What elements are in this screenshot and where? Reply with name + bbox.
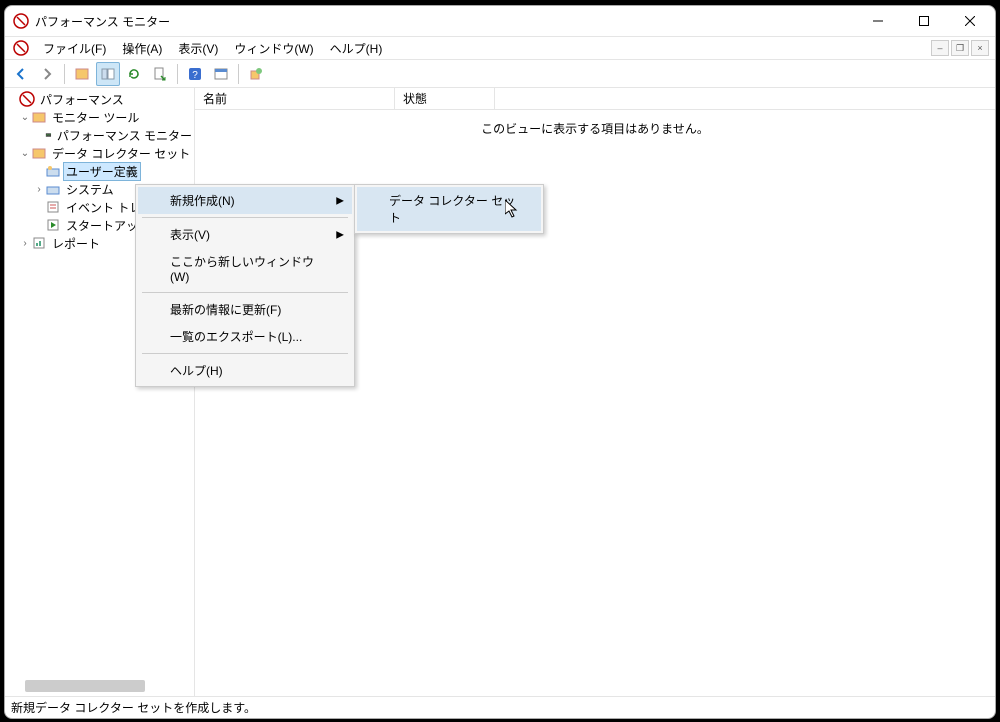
empty-message: このビューに表示する項目はありません。 — [195, 120, 995, 137]
help-button[interactable]: ? — [183, 62, 207, 86]
menu-view[interactable]: 表示(V) — [170, 38, 226, 59]
properties-button[interactable] — [209, 62, 233, 86]
tree-label: システム — [64, 181, 116, 198]
tree-label: レポート — [50, 235, 102, 252]
tree-perf-monitor[interactable]: パフォーマンス モニター — [5, 126, 194, 144]
tree-label: イベント トレ — [64, 199, 143, 216]
menubar-app-icon — [13, 40, 29, 56]
ctx-separator — [142, 292, 348, 293]
new-dcs-button[interactable] — [244, 62, 268, 86]
system-icon — [45, 181, 61, 197]
menu-window[interactable]: ウィンドウ(W) — [226, 38, 321, 59]
collapse-icon[interactable]: ⌄ — [19, 148, 31, 159]
mdi-minimize-button[interactable]: – — [931, 40, 949, 56]
expand-icon[interactable]: › — [19, 238, 31, 249]
app-icon — [13, 13, 29, 29]
event-trace-icon — [45, 199, 61, 215]
ctx-sub-dcs[interactable]: データ コレクター セット — [357, 187, 541, 231]
toolbar: ? — [5, 60, 995, 88]
refresh-button[interactable] — [122, 62, 146, 86]
tree-label: モニター ツール — [50, 109, 141, 126]
list-header: 名前 状態 — [195, 88, 995, 110]
content-area: パフォーマンス ⌄ モニター ツール パフォーマンス モニター ⌄ データ コレ… — [5, 88, 995, 696]
tree-panel: パフォーマンス ⌄ モニター ツール パフォーマンス モニター ⌄ データ コレ… — [5, 88, 195, 696]
ctx-refresh[interactable]: 最新の情報に更新(F) — [138, 296, 352, 323]
ctx-view[interactable]: 表示(V) ▶ — [138, 221, 352, 248]
tree-root[interactable]: パフォーマンス — [5, 90, 194, 108]
mdi-close-button[interactable]: × — [971, 40, 989, 56]
toolbar-separator — [64, 64, 65, 84]
back-button[interactable] — [9, 62, 33, 86]
export-button[interactable] — [148, 62, 172, 86]
tree-label: ユーザー定義 — [64, 163, 140, 180]
ctx-label: 一覧のエクスポート(L)... — [170, 330, 302, 344]
forward-button[interactable] — [35, 62, 59, 86]
collapse-icon[interactable]: ⌄ — [19, 112, 31, 123]
titlebar: パフォーマンス モニター — [5, 6, 995, 36]
ctx-export[interactable]: 一覧のエクスポート(L)... — [138, 323, 352, 350]
ctx-new[interactable]: 新規作成(N) ▶ — [138, 187, 352, 214]
folder-icon — [31, 109, 47, 125]
ctx-help[interactable]: ヘルプ(H) — [138, 357, 352, 384]
svg-text:?: ? — [192, 70, 198, 81]
minimize-button[interactable] — [855, 6, 901, 36]
ctx-label: データ コレクター セット — [389, 194, 515, 225]
app-window: パフォーマンス モニター ファイル(F) 操作(A) 表示(V) ウィンドウ(W… — [4, 5, 996, 719]
ctx-separator — [142, 217, 348, 218]
folder-icon — [31, 145, 47, 161]
close-button[interactable] — [947, 6, 993, 36]
toolbar-separator — [177, 64, 178, 84]
status-text: 新規データ コレクター セットを作成します。 — [11, 699, 256, 716]
tree-scrollbar[interactable] — [25, 680, 145, 692]
context-submenu: データ コレクター セット — [354, 184, 544, 234]
window-title: パフォーマンス モニター — [35, 13, 855, 30]
tree-dcs[interactable]: ⌄ データ コレクター セット — [5, 144, 194, 162]
toolbar-separator — [238, 64, 239, 84]
list-view: 名前 状態 このビューに表示する項目はありません。 — [195, 88, 995, 696]
show-hide-panel-button[interactable] — [96, 62, 120, 86]
user-defined-icon — [45, 163, 61, 179]
menubar: ファイル(F) 操作(A) 表示(V) ウィンドウ(W) ヘルプ(H) – ❐ … — [5, 36, 995, 60]
maximize-button[interactable] — [901, 6, 947, 36]
reports-icon — [31, 235, 47, 251]
mdi-restore-button[interactable]: ❐ — [951, 40, 969, 56]
menu-file[interactable]: ファイル(F) — [35, 38, 114, 59]
ctx-label: 表示(V) — [170, 228, 210, 242]
context-menu: 新規作成(N) ▶ 表示(V) ▶ ここから新しいウィンドウ(W) 最新の情報に… — [135, 184, 355, 387]
tree-root-label: パフォーマンス — [38, 91, 126, 108]
column-name[interactable]: 名前 — [195, 88, 395, 109]
column-status[interactable]: 状態 — [395, 88, 495, 109]
menu-help[interactable]: ヘルプ(H) — [322, 38, 391, 59]
perf-icon — [19, 91, 35, 107]
tree-user-defined[interactable]: ユーザー定義 — [5, 162, 194, 180]
startup-icon — [45, 217, 61, 233]
ctx-new-window[interactable]: ここから新しいウィンドウ(W) — [138, 248, 352, 289]
ctx-label: ヘルプ(H) — [170, 364, 223, 378]
tree-label: データ コレクター セット — [50, 145, 192, 162]
ctx-separator — [142, 353, 348, 354]
submenu-arrow-icon: ▶ — [336, 229, 344, 240]
monitor-icon — [45, 127, 52, 143]
status-bar: 新規データ コレクター セットを作成します。 — [5, 696, 995, 718]
submenu-arrow-icon: ▶ — [336, 195, 344, 206]
expand-icon[interactable]: › — [33, 184, 45, 195]
menu-action[interactable]: 操作(A) — [114, 38, 170, 59]
tree-monitor-tools[interactable]: ⌄ モニター ツール — [5, 108, 194, 126]
mdi-controls: – ❐ × — [931, 40, 991, 56]
ctx-label: 最新の情報に更新(F) — [170, 303, 281, 317]
ctx-label: 新規作成(N) — [170, 194, 235, 208]
tree-label: パフォーマンス モニター — [55, 127, 194, 144]
ctx-label: ここから新しいウィンドウ(W) — [170, 255, 314, 284]
show-tree-button[interactable] — [70, 62, 94, 86]
